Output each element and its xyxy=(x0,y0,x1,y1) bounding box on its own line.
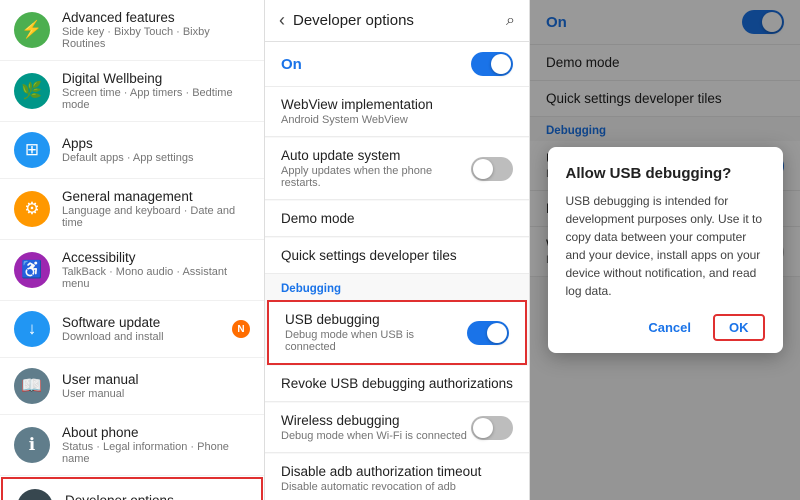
auto-update-item[interactable]: Auto update system Apply updates when th… xyxy=(265,138,529,200)
sidebar-item-software[interactable]: ↓ Software updateDownload and install N xyxy=(0,301,264,358)
about-icon: ℹ xyxy=(14,427,50,463)
sidebar-item-accessibility[interactable]: ♿ AccessibilityTalkBack · Mono audio · As… xyxy=(0,240,264,301)
developer-icon: { } xyxy=(17,489,53,500)
user-manual-title: User manual xyxy=(62,372,139,387)
usb-debugging-title: USB debugging xyxy=(285,312,467,327)
toggle-knob xyxy=(487,323,507,343)
demo-mode-title: Demo mode xyxy=(281,211,513,226)
disable-adb-title: Disable adb authorization timeout xyxy=(281,464,513,479)
dialog-title: Allow USB debugging? xyxy=(566,165,765,182)
about-title: About phone xyxy=(62,425,250,440)
general-icon: ⚙ xyxy=(14,191,50,227)
auto-update-subtitle: Apply updates when the phone restarts. xyxy=(281,165,471,189)
right-panel: On Demo mode Quick settings developer ti… xyxy=(530,0,800,500)
apps-title: Apps xyxy=(62,136,193,151)
search-icon[interactable]: ⌕ xyxy=(506,12,515,30)
wireless-debugging-subtitle: Debug mode when Wi-Fi is connected xyxy=(281,430,467,442)
toggle-knob xyxy=(473,159,493,179)
digital-wellbeing-subtitle: Screen time · App timers · Bedtime mode xyxy=(62,87,250,111)
apps-subtitle: Default apps · App settings xyxy=(62,152,193,164)
dialog-overlay: Allow USB debugging? USB debugging is in… xyxy=(530,0,800,500)
panel-header: ‹ Developer options ⌕ xyxy=(265,0,529,42)
sidebar-item-about[interactable]: ℹ About phoneStatus · Legal information ·… xyxy=(0,415,264,476)
settings-list-panel: ⚡ Advanced featuresSide key · Bixby Touch… xyxy=(0,0,265,500)
advanced-subtitle: Side key · Bixby Touch · Bixby Routines xyxy=(62,26,250,50)
user-manual-icon: 📖 xyxy=(14,368,50,404)
sidebar-item-advanced[interactable]: ⚡ Advanced featuresSide key · Bixby Touch… xyxy=(0,0,264,61)
quick-settings-item[interactable]: Quick settings developer tiles xyxy=(265,238,529,274)
panel-title: Developer options xyxy=(293,12,506,29)
user-manual-subtitle: User manual xyxy=(62,388,139,400)
software-title: Software update xyxy=(62,315,164,330)
wireless-debugging-toggle[interactable] xyxy=(471,416,513,440)
wireless-debugging-title: Wireless debugging xyxy=(281,413,467,428)
webview-item[interactable]: WebView implementation Android System We… xyxy=(265,87,529,137)
developer-on-row[interactable]: On xyxy=(265,42,529,87)
usb-debugging-toggle[interactable] xyxy=(467,321,509,345)
on-label: On xyxy=(281,56,302,73)
auto-update-title: Auto update system xyxy=(281,148,471,163)
cancel-button[interactable]: Cancel xyxy=(638,314,701,341)
webview-title: WebView implementation xyxy=(281,97,513,112)
advanced-icon: ⚡ xyxy=(14,12,50,48)
digital-wellbeing-title: Digital Wellbeing xyxy=(62,71,250,86)
software-icon: ↓ xyxy=(14,311,50,347)
general-title: General management xyxy=(62,189,250,204)
webview-subtitle: Android System WebView xyxy=(281,114,513,126)
apps-icon: ⊞ xyxy=(14,132,50,168)
developer-toggle[interactable] xyxy=(471,52,513,76)
dialog-buttons: Cancel OK xyxy=(566,314,765,341)
general-subtitle: Language and keyboard · Date and time xyxy=(62,205,250,229)
usb-debug-dialog: Allow USB debugging? USB debugging is in… xyxy=(548,147,783,353)
sidebar-item-developer[interactable]: { }Developer optionsDeveloper options xyxy=(1,477,263,500)
digital-wellbeing-icon: 🌿 xyxy=(14,73,50,109)
usb-debugging-item[interactable]: USB debugging Debug mode when USB is con… xyxy=(267,300,527,365)
back-button[interactable]: ‹ xyxy=(279,10,285,31)
sidebar-item-digital-wellbeing[interactable]: 🌿 Digital WellbeingScreen time · App time… xyxy=(0,61,264,122)
accessibility-icon: ♿ xyxy=(14,252,50,288)
quick-settings-title: Quick settings developer tiles xyxy=(281,248,513,263)
accessibility-subtitle: TalkBack · Mono audio · Assistant menu xyxy=(62,266,250,290)
developer-title: Developer options xyxy=(65,493,174,500)
software-badge: N xyxy=(232,320,250,338)
sidebar-item-general[interactable]: ⚙ General managementLanguage and keyboard… xyxy=(0,179,264,240)
disable-adb-item[interactable]: Disable adb authorization timeout Disabl… xyxy=(265,454,529,500)
ok-button[interactable]: OK xyxy=(713,314,765,341)
developer-options-panel: ‹ Developer options ⌕ On WebView impleme… xyxy=(265,0,530,500)
toggle-knob xyxy=(491,54,511,74)
toggle-knob xyxy=(473,418,493,438)
demo-mode-item[interactable]: Demo mode xyxy=(265,201,529,237)
auto-update-toggle[interactable] xyxy=(471,157,513,181)
revoke-usb-item[interactable]: Revoke USB debugging authorizations xyxy=(265,366,529,402)
accessibility-title: Accessibility xyxy=(62,250,250,265)
advanced-title: Advanced features xyxy=(62,10,250,25)
sidebar-item-apps[interactable]: ⊞ AppsDefault apps · App settings xyxy=(0,122,264,179)
sidebar-item-user-manual[interactable]: 📖 User manualUser manual xyxy=(0,358,264,415)
about-subtitle: Status · Legal information · Phone name xyxy=(62,441,250,465)
wireless-debugging-item[interactable]: Wireless debugging Debug mode when Wi-Fi… xyxy=(265,403,529,453)
dialog-body: USB debugging is intended for developmen… xyxy=(566,192,765,300)
usb-debugging-subtitle: Debug mode when USB is connected xyxy=(285,329,467,353)
revoke-usb-title: Revoke USB debugging authorizations xyxy=(281,376,513,391)
disable-adb-subtitle: Disable automatic revocation of adb xyxy=(281,481,513,493)
debugging-section-label: Debugging xyxy=(265,275,529,299)
software-subtitle: Download and install xyxy=(62,331,164,343)
